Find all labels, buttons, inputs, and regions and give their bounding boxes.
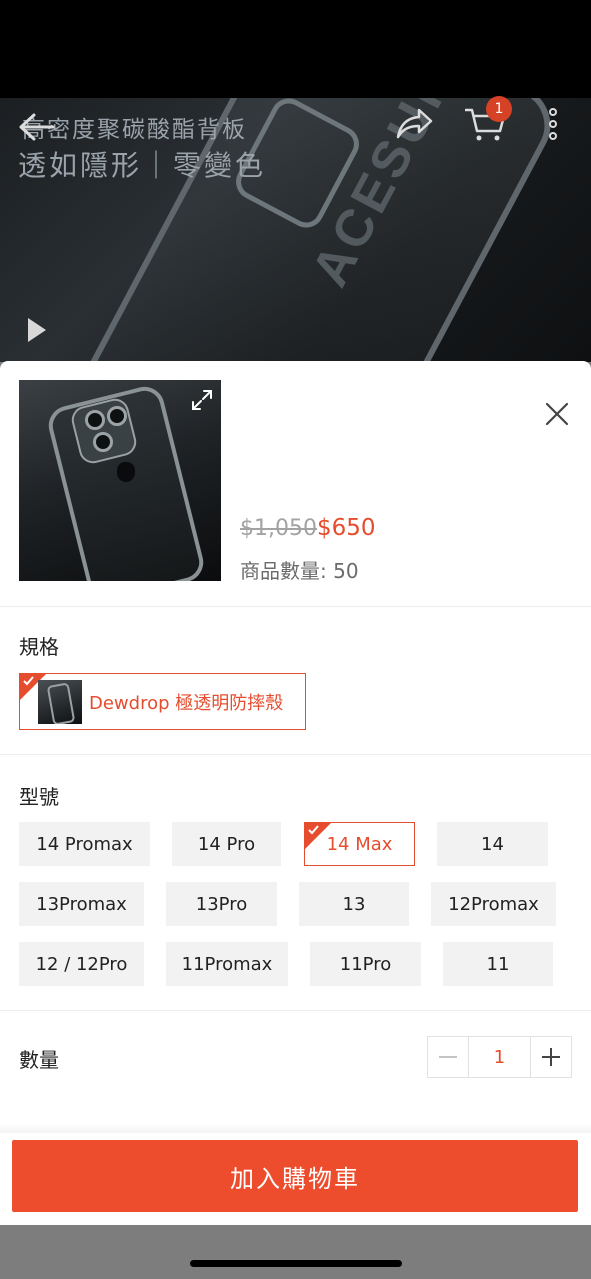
model-option-14-pro[interactable]: 14 Pro (172, 822, 281, 866)
more-options-icon[interactable] (543, 106, 563, 142)
back-arrow-icon[interactable] (16, 112, 56, 142)
quantity-stepper: 1 (427, 1036, 572, 1078)
model-option-13pro[interactable]: 13Pro (166, 882, 277, 926)
divider (0, 1010, 591, 1011)
increase-quantity-button[interactable] (531, 1037, 571, 1077)
model-option-13promax[interactable]: 13Promax (19, 882, 144, 926)
model-section-title: 型號 (19, 785, 59, 809)
thumb-lens (93, 432, 113, 452)
thumb-lens (85, 410, 105, 430)
model-option-label: 14 Max (326, 833, 393, 855)
status-bar-area (0, 0, 591, 98)
stock-quantity: 商品數量: 50 (240, 559, 359, 583)
expand-icon[interactable] (190, 388, 214, 412)
variant-selection-sheet: $1,050 $650 商品數量: 50 規格 Dewdrop 極透明防摔殼 型… (0, 361, 591, 1225)
hero-subheadline: 透如隱形｜零變色 (18, 149, 267, 182)
share-icon[interactable] (395, 106, 435, 142)
model-option-11promax[interactable]: 11Promax (166, 942, 288, 986)
model-option-11[interactable]: 11 (443, 942, 553, 986)
price-row: $1,050 $650 (240, 515, 376, 541)
divider (0, 754, 591, 755)
home-indicator-area (0, 1225, 591, 1279)
spec-option-thumbnail (38, 679, 82, 724)
close-icon[interactable] (544, 401, 570, 427)
thumb-apple-logo (117, 462, 135, 482)
model-option-14-max[interactable]: 14 Max (304, 822, 415, 866)
divider (0, 606, 591, 607)
model-option-12promax[interactable]: 12Promax (431, 882, 556, 926)
home-indicator[interactable] (190, 1260, 402, 1267)
model-option-11pro[interactable]: 11Pro (310, 942, 421, 986)
quantity-input[interactable]: 1 (468, 1037, 531, 1077)
thumb-lens (107, 406, 127, 426)
plus-icon (542, 1048, 560, 1066)
model-option-12-12pro[interactable]: 12 / 12Pro (19, 942, 144, 986)
spec-option-dewdrop[interactable]: Dewdrop 極透明防摔殼 (19, 673, 306, 730)
minus-icon (439, 1056, 457, 1058)
spec-section-title: 規格 (19, 635, 59, 659)
original-price: $1,050 (240, 516, 317, 541)
quantity-section-title: 數量 (19, 1048, 59, 1072)
add-to-cart-button[interactable]: 加入購物車 (12, 1140, 578, 1212)
footer-separator (0, 1123, 591, 1133)
play-video-icon[interactable] (26, 316, 48, 344)
spec-option-label: Dewdrop 極透明防摔殼 (89, 692, 284, 714)
model-option-14[interactable]: 14 (437, 822, 548, 866)
model-option-14-promax[interactable]: 14 Promax (19, 822, 150, 866)
check-icon (308, 825, 319, 835)
decrease-quantity-button[interactable] (428, 1037, 468, 1077)
current-price: $650 (316, 515, 376, 541)
cart-count-badge: 1 (486, 96, 512, 122)
model-option-13[interactable]: 13 (299, 882, 409, 926)
check-icon (23, 676, 34, 686)
